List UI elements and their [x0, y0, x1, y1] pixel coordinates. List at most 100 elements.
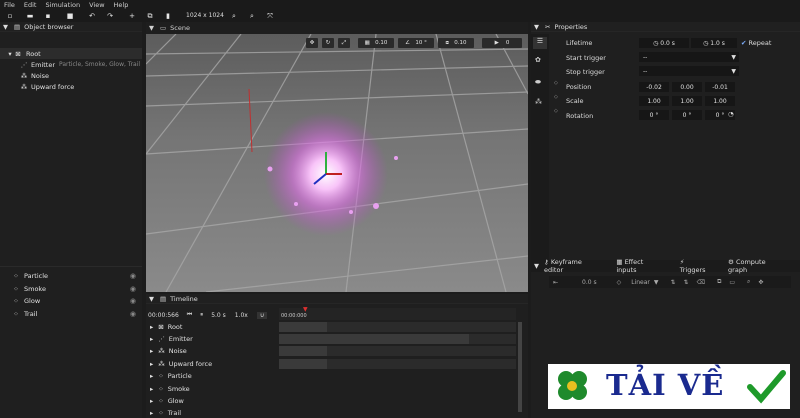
filter-icon[interactable]: ▼ — [534, 262, 539, 270]
timeline-ruler[interactable]: 00:00:000 ▼ — [279, 306, 516, 320]
visibility-eye-icon[interactable]: ◉ — [130, 297, 136, 305]
track-bar[interactable] — [279, 334, 469, 344]
duplicate-icon[interactable]: ⧉ — [144, 10, 156, 22]
snap-magnet-icon[interactable]: ∪ — [256, 311, 268, 319]
copy-icon[interactable]: ⧉ — [717, 278, 721, 286]
resolution-label[interactable]: 1024 x 1024 — [186, 12, 224, 19]
playhead-icon[interactable]: ▼ — [303, 306, 308, 313]
keyframe-toggle-icon[interactable]: ◇ — [554, 80, 558, 86]
scale-tool-icon[interactable]: ⤢ — [338, 38, 350, 48]
visibility-eye-icon[interactable]: ◉ — [130, 285, 136, 293]
tab-effect-inputs[interactable]: ▦ Effect inputs — [616, 258, 669, 274]
camera-control[interactable]: ▶ 0 — [482, 38, 522, 48]
tree-item-upward-force[interactable]: ⁂ Upward force — [0, 81, 142, 92]
diamond-icon[interactable]: ◇ — [617, 279, 622, 286]
timeline-row-trail[interactable]: ▸ ⁘ Trail — [146, 407, 278, 418]
menu-edit[interactable]: Edit — [24, 1, 37, 9]
timeline-row-emitter[interactable]: ▸ ⋰ Emitter — [146, 333, 278, 345]
open-folder-icon[interactable]: ▬ — [24, 10, 36, 22]
keyframe-time[interactable]: 0.0 s — [582, 279, 597, 286]
scene-viewport[interactable]: ✥ ↻ ⤢ ▦ 0.10 ∠ 10 ° ⧈ 0.10 ▶ 0 — [146, 34, 528, 292]
timeline-row-smoke[interactable]: ▸ ⁘ Smoke — [146, 383, 278, 395]
position-z-field[interactable]: -0.01 — [705, 82, 735, 92]
save-icon[interactable]: ▪ — [42, 10, 54, 22]
scale-z-field[interactable]: 1.00 — [705, 96, 735, 106]
position-y-field[interactable]: 0.00 — [672, 82, 702, 92]
track-bar[interactable] — [279, 346, 327, 356]
track-bar[interactable] — [279, 322, 327, 332]
rotation-reset-icon[interactable]: ◔ — [728, 110, 734, 118]
angle-snap-control[interactable]: ∠ 10 ° — [398, 38, 434, 48]
keyframe-toggle-icon[interactable]: ◇ — [554, 108, 558, 114]
filter-icon[interactable]: ▼ — [149, 295, 154, 303]
stop-trigger-select[interactable]: -- ▼ — [639, 66, 739, 76]
speed-field[interactable]: 1.0x — [235, 312, 248, 319]
zoom-out-icon[interactable]: ⌕ — [246, 10, 258, 22]
filter-icon[interactable]: ▼ — [3, 23, 8, 31]
filter-icon[interactable]: ▼ — [149, 24, 154, 32]
tab-triggers[interactable]: ⚡ Triggers — [680, 258, 718, 274]
delete-icon[interactable]: ▮ — [162, 10, 174, 22]
undo-icon[interactable]: ↶ — [86, 10, 98, 22]
layer-item-particle[interactable]: ⁘ Particle ◉ — [0, 270, 142, 281]
prev-keyframe-icon[interactable]: ⇤ — [553, 279, 558, 286]
timeline-row-particle[interactable]: ▸ ⁘ Particle — [146, 370, 278, 382]
tab-keyframe-editor[interactable]: ⚷ Keyframe editor — [544, 258, 606, 274]
timeline-scrollbar[interactable] — [518, 322, 522, 412]
tree-item-emitter[interactable]: ⋰ Emitter Particle, Smoke, Glow, Trail — [0, 59, 142, 70]
current-time[interactable]: 00:00:566 — [148, 312, 179, 319]
paint-icon[interactable]: ✿ — [535, 56, 541, 64]
interpolation-select[interactable]: Linear — [631, 279, 650, 286]
tree-item-noise[interactable]: ⁂ Noise — [0, 70, 142, 81]
keyframe-toggle-icon[interactable]: ◇ — [554, 94, 558, 100]
new-file-icon[interactable]: ▫ — [4, 10, 16, 22]
filter-icon[interactable]: ▼ — [534, 23, 539, 31]
lifetime-end-field[interactable]: ◷ 1.0 s — [691, 38, 737, 48]
scale-snap-control[interactable]: ⧈ 0.10 — [438, 38, 474, 48]
layer-item-glow[interactable]: ⁘ Glow ◉ — [0, 295, 142, 306]
timeline-row-upward-force[interactable]: ▸ ⁂ Upward force — [146, 358, 278, 370]
align-icon[interactable]: ⇅ — [671, 279, 676, 286]
repeat-checkbox[interactable]: ✔ Repeat — [741, 39, 771, 47]
pause-icon[interactable]: ⏸ — [200, 311, 203, 319]
eraser-icon[interactable]: ⌫ — [697, 279, 705, 286]
layer-item-smoke[interactable]: ⁘ Smoke ◉ — [0, 283, 142, 294]
track-bar[interactable] — [279, 359, 327, 369]
zoom-in-icon[interactable]: ⌕ — [228, 10, 240, 22]
layer-item-trail[interactable]: ⁘ Trail ◉ — [0, 308, 142, 319]
skip-start-icon[interactable]: ⏮ — [187, 311, 192, 319]
lifetime-start-field[interactable]: ◷ 0.0 s — [639, 38, 689, 48]
timeline-row-noise[interactable]: ▸ ⁂ Noise — [146, 345, 278, 357]
menu-file[interactable]: File — [4, 1, 15, 9]
rotation-y-field[interactable]: 0 ° — [672, 110, 702, 120]
camera-icon[interactable]: ■ — [64, 10, 76, 22]
duration-field[interactable]: 5.0 s — [211, 312, 226, 319]
expand-icon[interactable]: ▾ — [6, 50, 14, 58]
redo-icon[interactable]: ↷ — [104, 10, 116, 22]
fit-view-icon[interactable]: ⤧ — [264, 10, 276, 22]
rotation-x-field[interactable]: 0 ° — [639, 110, 669, 120]
move-tool-icon[interactable]: ✥ — [306, 38, 318, 48]
align-icon[interactable]: ⇅ — [684, 279, 689, 286]
rotate-tool-icon[interactable]: ↻ — [322, 38, 334, 48]
grid-snap-control[interactable]: ▦ 0.10 — [358, 38, 394, 48]
menu-simulation[interactable]: Simulation — [45, 1, 80, 9]
visibility-eye-icon[interactable]: ◉ — [130, 310, 136, 318]
zoom-icon[interactable]: ⌕ — [747, 278, 750, 286]
scale-x-field[interactable]: 1.00 — [639, 96, 669, 106]
position-x-field[interactable]: -0.02 — [639, 82, 669, 92]
menu-view[interactable]: View — [89, 1, 104, 9]
scale-y-field[interactable]: 1.00 — [672, 96, 702, 106]
shape-icon[interactable]: ⬬ — [535, 78, 541, 87]
tree-item-root[interactable]: ▾ ⊠ Root — [0, 48, 142, 59]
start-trigger-select[interactable]: -- ▼ — [639, 52, 739, 62]
force-icon[interactable]: ⁂ — [535, 98, 542, 106]
menu-help[interactable]: Help — [114, 1, 129, 9]
settings-sliders-icon[interactable]: ☰ — [533, 37, 547, 49]
paste-icon[interactable]: ▭ — [729, 279, 735, 286]
visibility-eye-icon[interactable]: ◉ — [130, 272, 136, 280]
tab-compute-graph[interactable]: ⚙ Compute graph — [728, 258, 790, 274]
timeline-row-glow[interactable]: ▸ ⁘ Glow — [146, 395, 278, 407]
move-icon[interactable]: ✥ — [758, 279, 763, 286]
timeline-row-root[interactable]: ▸ ⊠ Root — [146, 321, 278, 333]
